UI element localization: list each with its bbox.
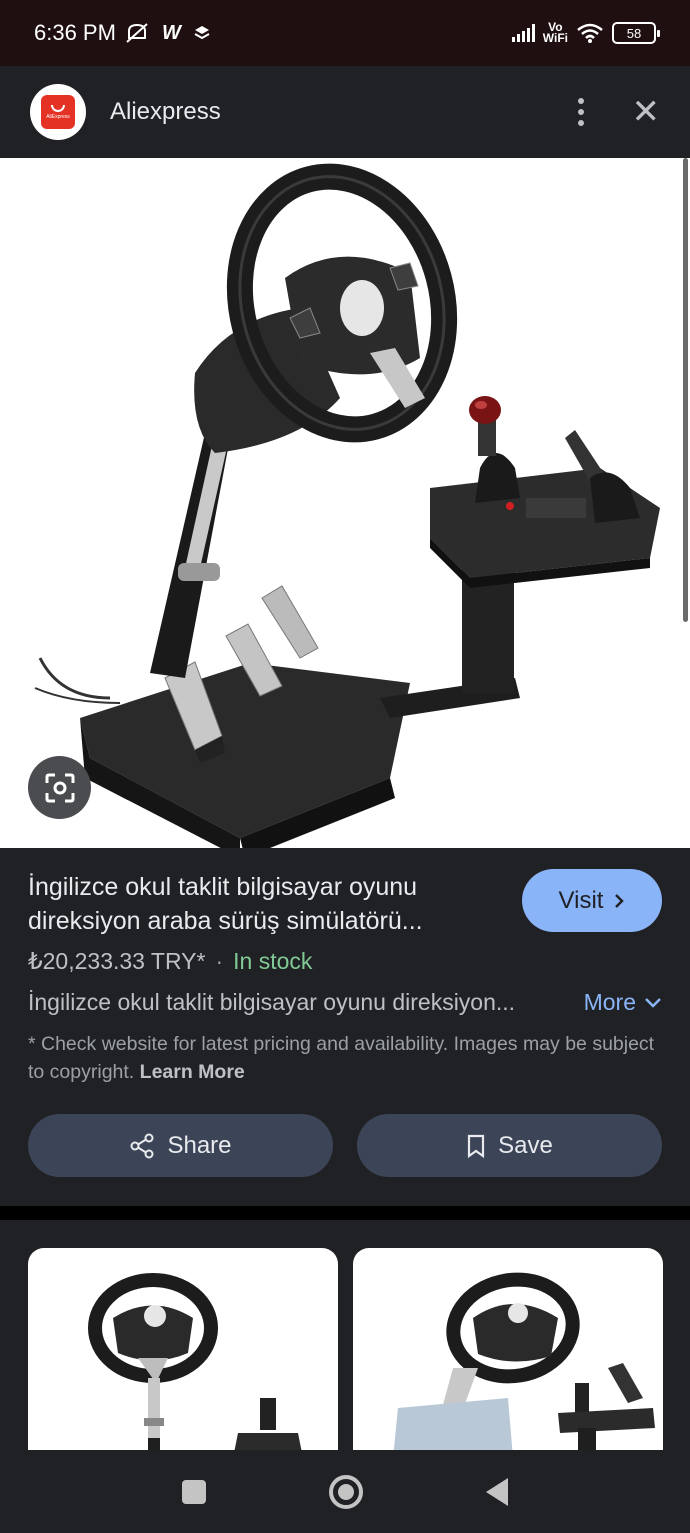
disclaimer-text: * Check website for latest pricing and a… [28,1033,655,1083]
more-button[interactable]: More [584,989,662,1016]
header-actions: ✕ [577,95,661,129]
related-results [0,1220,690,1458]
product-image[interactable] [0,158,690,848]
learn-more-link[interactable]: Learn More [140,1061,245,1083]
status-time: 6:36 PM [34,20,116,45]
muted-icon [126,23,148,43]
more-label: More [583,989,636,1015]
related-result-1[interactable] [28,1248,338,1458]
related-image-1 [88,1273,303,1458]
wifi-icon [577,23,603,43]
lens-button[interactable] [28,756,91,819]
related-image-2 [393,1272,655,1458]
save-label: Save [498,1131,553,1159]
system-nav-bar [0,1450,690,1533]
section-divider [0,1206,690,1220]
share-label: Share [167,1131,232,1159]
close-icon[interactable]: ✕ [632,95,661,129]
bookmark-icon [468,1134,485,1158]
description: İngilizce okul taklit bilgisayar oyunu d… [28,989,516,1015]
site-name: Aliexpress [110,98,221,125]
chevron-down-icon [645,997,661,1008]
site-logo: AliExpress [30,84,86,140]
status-bar: 6:36 PM W Vo WiFi 58 [0,0,690,66]
visit-label: Visit [558,886,604,914]
actions-row: Share Save [28,1114,662,1177]
lens-icon [45,773,74,802]
save-button[interactable]: Save [357,1114,662,1177]
status-icons-right: Vo WiFi 58 [511,20,660,45]
product-title[interactable]: İngilizce okul taklit bilgisayar oyunu d… [28,870,498,938]
aliexpress-logo-icon: AliExpress [41,95,75,129]
nav-recents-icon[interactable] [181,1479,206,1504]
layers-icon [194,26,210,40]
price: ₺20,233.33 TRY* [28,948,206,974]
product-info: İngilizce okul taklit bilgisayar oyunu d… [0,848,690,1206]
price-row: ₺20,233.33 TRY* · In stock [28,948,662,975]
share-button[interactable]: Share [28,1114,333,1177]
separator: · [215,948,224,974]
description-row: İngilizce okul taklit bilgisayar oyunu d… [28,989,662,1016]
battery-icon: 58 [612,22,660,44]
share-icon [130,1133,154,1158]
disclaimer: * Check website for latest pricing and a… [28,1030,662,1086]
vowifi-label: Vo WiFi [542,20,568,45]
status-icons-left: W [124,22,211,45]
scrollbar[interactable] [683,158,688,622]
nav-back-icon[interactable] [486,1477,509,1506]
related-result-2[interactable] [353,1248,663,1458]
nav-home-icon[interactable] [328,1474,363,1509]
stock-status: In stock [233,948,313,974]
visit-button[interactable]: Visit [522,869,662,932]
app-header: AliExpress Aliexpress ✕ [0,66,690,158]
steering-wheel-simulator-image [34,163,660,848]
w-notification-icon: W [161,21,181,44]
signal-icon [511,24,535,42]
kebab-icon[interactable] [577,98,584,126]
chevron-right-icon [615,893,625,908]
